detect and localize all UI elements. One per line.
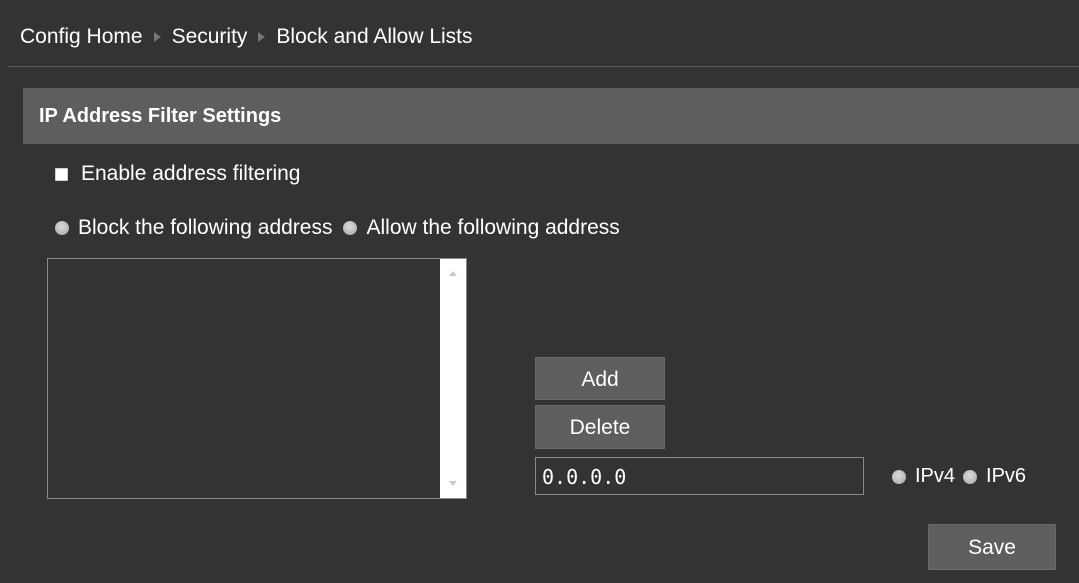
address-list[interactable] [47, 258, 467, 499]
block-mode-radio[interactable] [55, 221, 69, 235]
allow-mode-radio[interactable] [343, 221, 358, 235]
breadcrumb-separator-icon [258, 32, 266, 42]
ipv4-label[interactable]: IPv4 [915, 465, 955, 488]
ipv6-label[interactable]: IPv6 [986, 465, 1026, 488]
address-list-scrollbar[interactable] [440, 259, 466, 498]
scroll-down-icon[interactable] [449, 481, 457, 486]
ip-address-input[interactable] [535, 457, 864, 495]
enable-filtering-row[interactable]: Enable address filtering [55, 162, 300, 186]
section-title: IP Address Filter Settings [39, 105, 282, 127]
ipv4-radio[interactable] [892, 469, 906, 484]
breadcrumb-block-allow-lists: Block and Allow Lists [276, 25, 473, 48]
top-bar: Config Home Security Block and Allow Lis… [8, 8, 1079, 67]
breadcrumb-security[interactable]: Security [172, 25, 248, 49]
enable-filtering-label[interactable]: Enable address filtering [81, 162, 300, 186]
enable-filtering-checkbox[interactable] [55, 167, 68, 181]
ip-version-row: IPv4 IPv6 [892, 465, 1026, 488]
breadcrumb: Config Home Security Block and Allow Lis… [20, 25, 473, 49]
scroll-up-icon[interactable] [449, 271, 457, 276]
ipv6-radio[interactable] [963, 469, 978, 484]
block-mode-label[interactable]: Block the following address [78, 216, 332, 240]
delete-button[interactable]: Delete [535, 405, 665, 449]
allow-mode-label[interactable]: Allow the following address [366, 216, 619, 240]
filter-mode-row: Block the following address Allow the fo… [55, 216, 620, 240]
save-button[interactable]: Save [928, 524, 1056, 570]
breadcrumb-separator-icon [153, 32, 161, 42]
section-header: IP Address Filter Settings [23, 88, 1079, 144]
breadcrumb-config-home[interactable]: Config Home [20, 25, 143, 49]
add-button[interactable]: Add [535, 357, 665, 400]
